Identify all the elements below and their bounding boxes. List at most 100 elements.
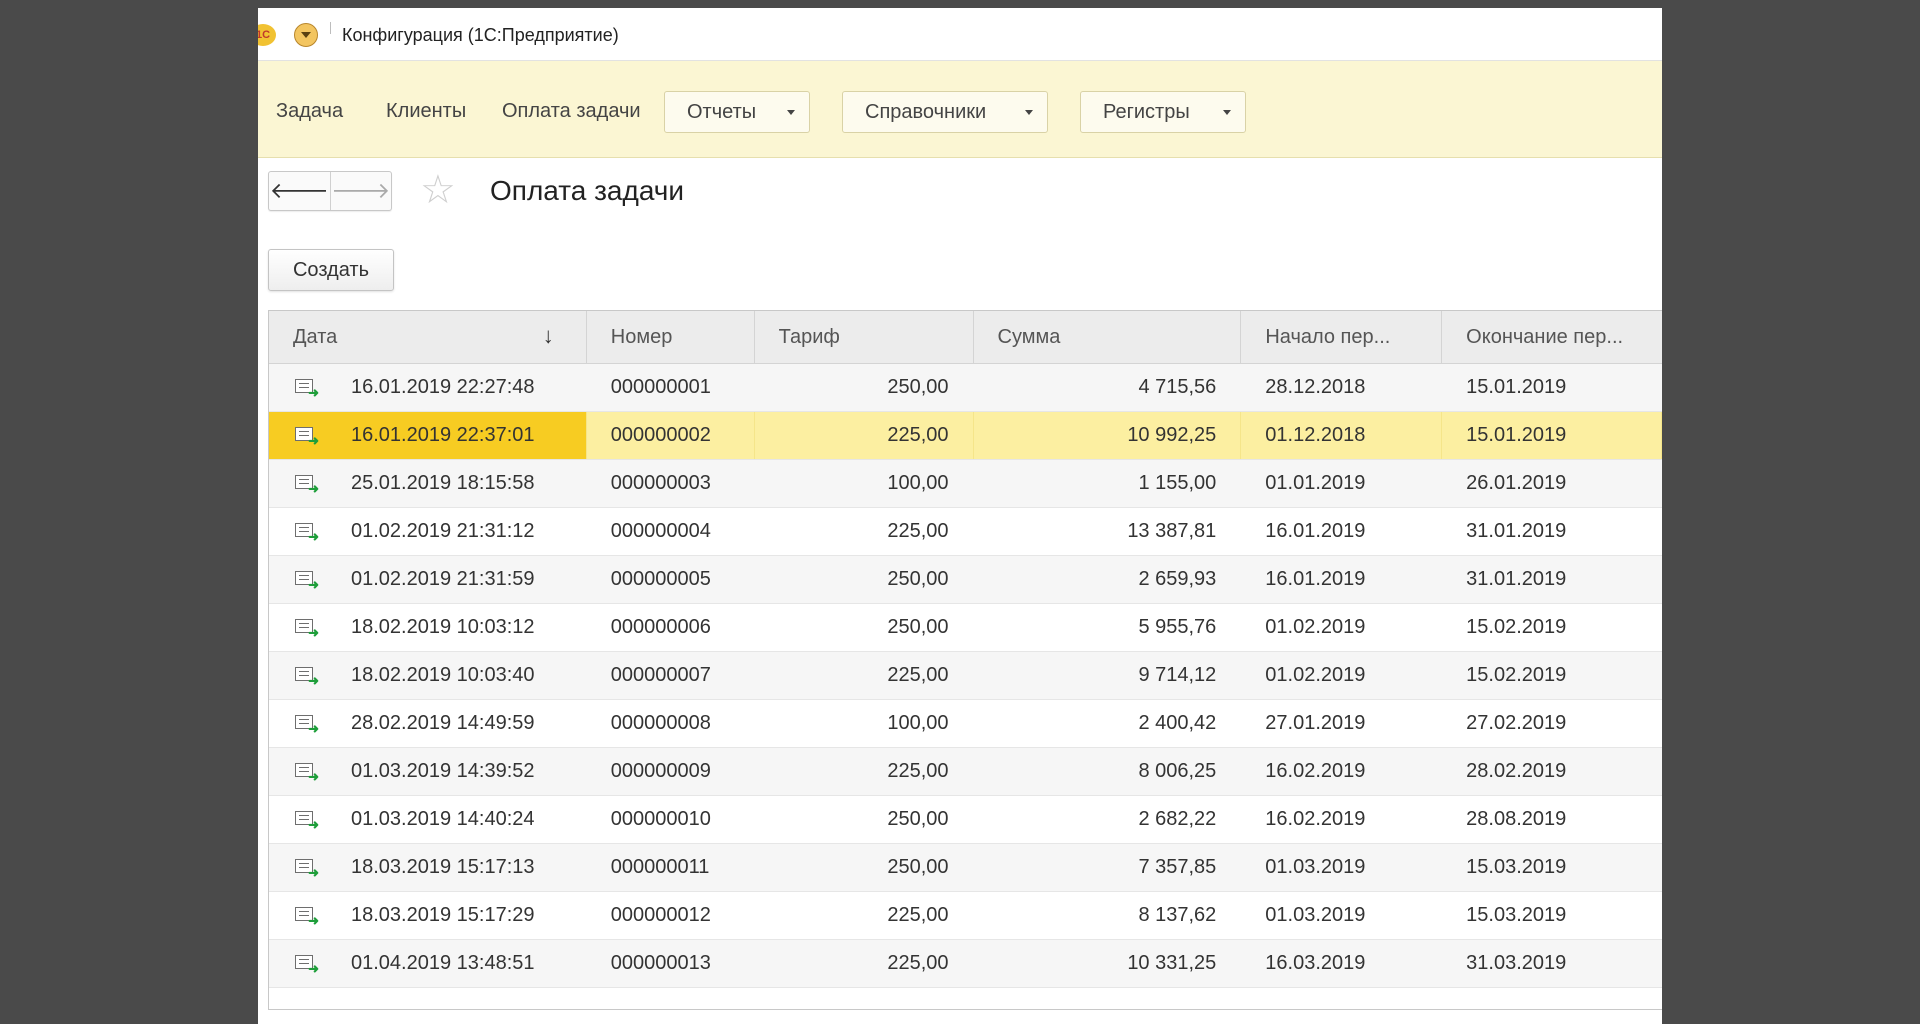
table-row[interactable]: ➜ 01.03.2019 14:39:52 000000009 225,00 8 006… (269, 748, 1662, 796)
arrow-right-icon: 🡒 (331, 178, 391, 203)
table-row[interactable]: ➜ 25.01.2019 18:15:58 000000003 100,00 1 155… (269, 460, 1662, 508)
column-header-number[interactable]: Номер (587, 311, 755, 363)
column-header-tariff[interactable]: Тариф (755, 311, 974, 363)
cell-sum: 8 006,25 (1138, 760, 1217, 782)
create-button[interactable]: Создать (268, 249, 394, 291)
posted-document-icon: ➜ (293, 761, 321, 783)
cell-period-end: 15.01.2019 (1442, 412, 1662, 459)
page-title: Оплата задачи (490, 175, 685, 206)
cell-sum: 7 357,85 (1138, 856, 1217, 878)
column-header-label: Номер (610, 325, 673, 348)
cell-sum: 9 714,12 (1138, 664, 1217, 686)
cell-date: ➜ 01.03.2019 14:39:52 (269, 748, 587, 795)
favorite-star-icon[interactable]: ☆ (420, 170, 456, 210)
cell-tariff: 100,00 (887, 712, 949, 734)
cell-text: 18.02.2019 10:03:12 (351, 616, 535, 638)
column-header-label: Тариф (778, 325, 840, 348)
cell-sum: 5 955,76 (1138, 616, 1217, 638)
section-link-clients[interactable]: Клиенты (386, 100, 466, 123)
title-divider (330, 22, 331, 34)
cell-period-end: 15.01.2019 (1466, 376, 1567, 398)
cell-period-end: 31.01.2019 (1466, 568, 1567, 590)
table-body: ➜ 16.01.2019 22:27:48 000000001 250,00 4 715… (269, 364, 1662, 988)
cell-text: 18.03.2019 15:17:13 (351, 856, 535, 878)
posted-document-icon: ➜ (293, 665, 321, 687)
section-link-task-payment[interactable]: Оплата задачи (502, 100, 641, 123)
main-menu-button[interactable] (294, 23, 318, 47)
cell-sum: 2 400,42 (1138, 712, 1217, 734)
cell-text: 18.03.2019 15:17:29 (351, 904, 535, 926)
documents-table: Дата ↓ Номер Тариф Сумма Начало пер... О… (268, 310, 1662, 1010)
cell-tariff: 250,00 (887, 616, 949, 638)
table-row[interactable]: ➜ 18.03.2019 15:17:29 000000012 225,00 8 137… (269, 892, 1662, 940)
cell-text: 01.04.2019 13:48:51 (351, 952, 535, 974)
cell-number: 000000011 (610, 856, 710, 878)
cell-sum: 4 715,56 (1138, 376, 1217, 398)
table-row[interactable]: ➜ 01.02.2019 21:31:12 000000004 225,00 13 38… (269, 508, 1662, 556)
app-window: 1С Конфигурация (1С:Предприятие) Задача … (258, 8, 1662, 1024)
registers-dropdown[interactable]: Регистры (1080, 91, 1246, 133)
registers-dropdown-label: Регистры (1103, 100, 1190, 123)
cell-tariff: 225,00 (887, 664, 949, 686)
table-row[interactable]: ➜ 18.02.2019 10:03:12 000000006 250,00 5 955… (269, 604, 1662, 652)
cell-period-end: 28.08.2019 (1466, 808, 1567, 830)
column-header-date[interactable]: Дата ↓ (269, 311, 587, 363)
cell-text: 01.03.2019 14:39:52 (351, 760, 535, 782)
cell-number: 000000004 (610, 520, 711, 542)
cell-sum: 10 992,25 (974, 412, 1242, 459)
cell-text: 16.01.2019 22:37:01 (351, 424, 535, 446)
cell-period-start: 27.01.2019 (1265, 712, 1366, 734)
arrow-left-icon: 🡐 (269, 178, 329, 203)
column-header-period-end[interactable]: Окончание пер... (1442, 311, 1662, 363)
table-row[interactable]: ➜ 18.02.2019 10:03:40 000000007 225,00 9 714… (269, 652, 1662, 700)
cell-number: 000000001 (610, 376, 711, 398)
cell-period-end: 15.03.2019 (1466, 904, 1567, 926)
cell-date: ➜ 25.01.2019 18:15:58 (269, 460, 587, 507)
cell-number: 000000008 (610, 712, 711, 734)
posted-document-icon: ➜ (293, 953, 321, 975)
cell-tariff: 250,00 (887, 856, 949, 878)
cell-number: 000000006 (610, 616, 711, 638)
cell-number: 000000009 (610, 760, 711, 782)
posted-document-icon: ➜ (293, 521, 321, 543)
forward-button[interactable]: 🡒 (331, 172, 392, 210)
catalogs-dropdown[interactable]: Справочники (842, 91, 1048, 133)
posted-document-icon: ➜ (293, 377, 321, 399)
posted-document-icon: ➜ (293, 569, 321, 591)
table-row[interactable]: ➜ 28.02.2019 14:49:59 000000008 100,00 2 400… (269, 700, 1662, 748)
cell-text: 18.02.2019 10:03:40 (351, 664, 535, 686)
section-link-task[interactable]: Задача (276, 100, 343, 123)
cell-tariff: 225,00 (755, 412, 974, 459)
cell-date: ➜ 01.02.2019 21:31:59 (269, 556, 587, 603)
chevron-down-icon (301, 32, 311, 38)
cell-date: ➜ 18.03.2019 15:17:29 (269, 892, 587, 939)
cell-sum: 2 659,93 (1138, 568, 1217, 590)
reports-dropdown[interactable]: Отчеты (664, 91, 810, 133)
catalogs-dropdown-label: Справочники (865, 100, 987, 123)
column-header-period-start[interactable]: Начало пер... (1241, 311, 1443, 363)
title-bar: 1С Конфигурация (1С:Предприятие) (258, 8, 1662, 61)
caret-down-icon (1223, 110, 1231, 115)
table-row[interactable]: ➜ 01.03.2019 14:40:24 000000010 250,00 2 682… (269, 796, 1662, 844)
window-title: Конфигурация (1С:Предприятие) (342, 25, 619, 45)
column-header-label: Сумма (997, 325, 1061, 348)
cell-text: 28.02.2019 14:49:59 (351, 712, 535, 734)
cell-period-start: 01.03.2019 (1265, 856, 1366, 878)
cell-tariff: 225,00 (887, 904, 949, 926)
cell-period-start: 16.01.2019 (1265, 568, 1366, 590)
table-row[interactable]: ➜ 01.04.2019 13:48:51 000000013 225,00 10 33… (269, 940, 1662, 988)
back-button[interactable]: 🡐 (269, 172, 331, 210)
cell-period-start: 16.01.2019 (1265, 520, 1366, 542)
cell-period-start: 01.02.2019 (1265, 664, 1366, 686)
reports-dropdown-label: Отчеты (687, 100, 757, 123)
column-header-sum[interactable]: Сумма (974, 311, 1242, 363)
table-row[interactable]: ➜ 18.03.2019 15:17:13 000000011 250,00 7 357… (269, 844, 1662, 892)
table-header: Дата ↓ Номер Тариф Сумма Начало пер... О… (269, 311, 1662, 364)
table-row[interactable]: ➜ 16.01.2019 22:27:48 000000001 250,00 4 715… (269, 364, 1662, 412)
sort-descending-icon: ↓ (542, 323, 554, 348)
sections-panel: Задача Клиенты Оплата задачи Отчеты Спра… (258, 61, 1662, 158)
cell-date: ➜ 16.01.2019 22:27:48 (269, 364, 587, 411)
cell-sum: 2 682,22 (1138, 808, 1217, 830)
table-row[interactable]: ➜ 16.01.2019 22:37:01 000000002 225,00 10 99… (269, 412, 1662, 460)
table-row[interactable]: ➜ 01.02.2019 21:31:59 000000005 250,00 2 659… (269, 556, 1662, 604)
